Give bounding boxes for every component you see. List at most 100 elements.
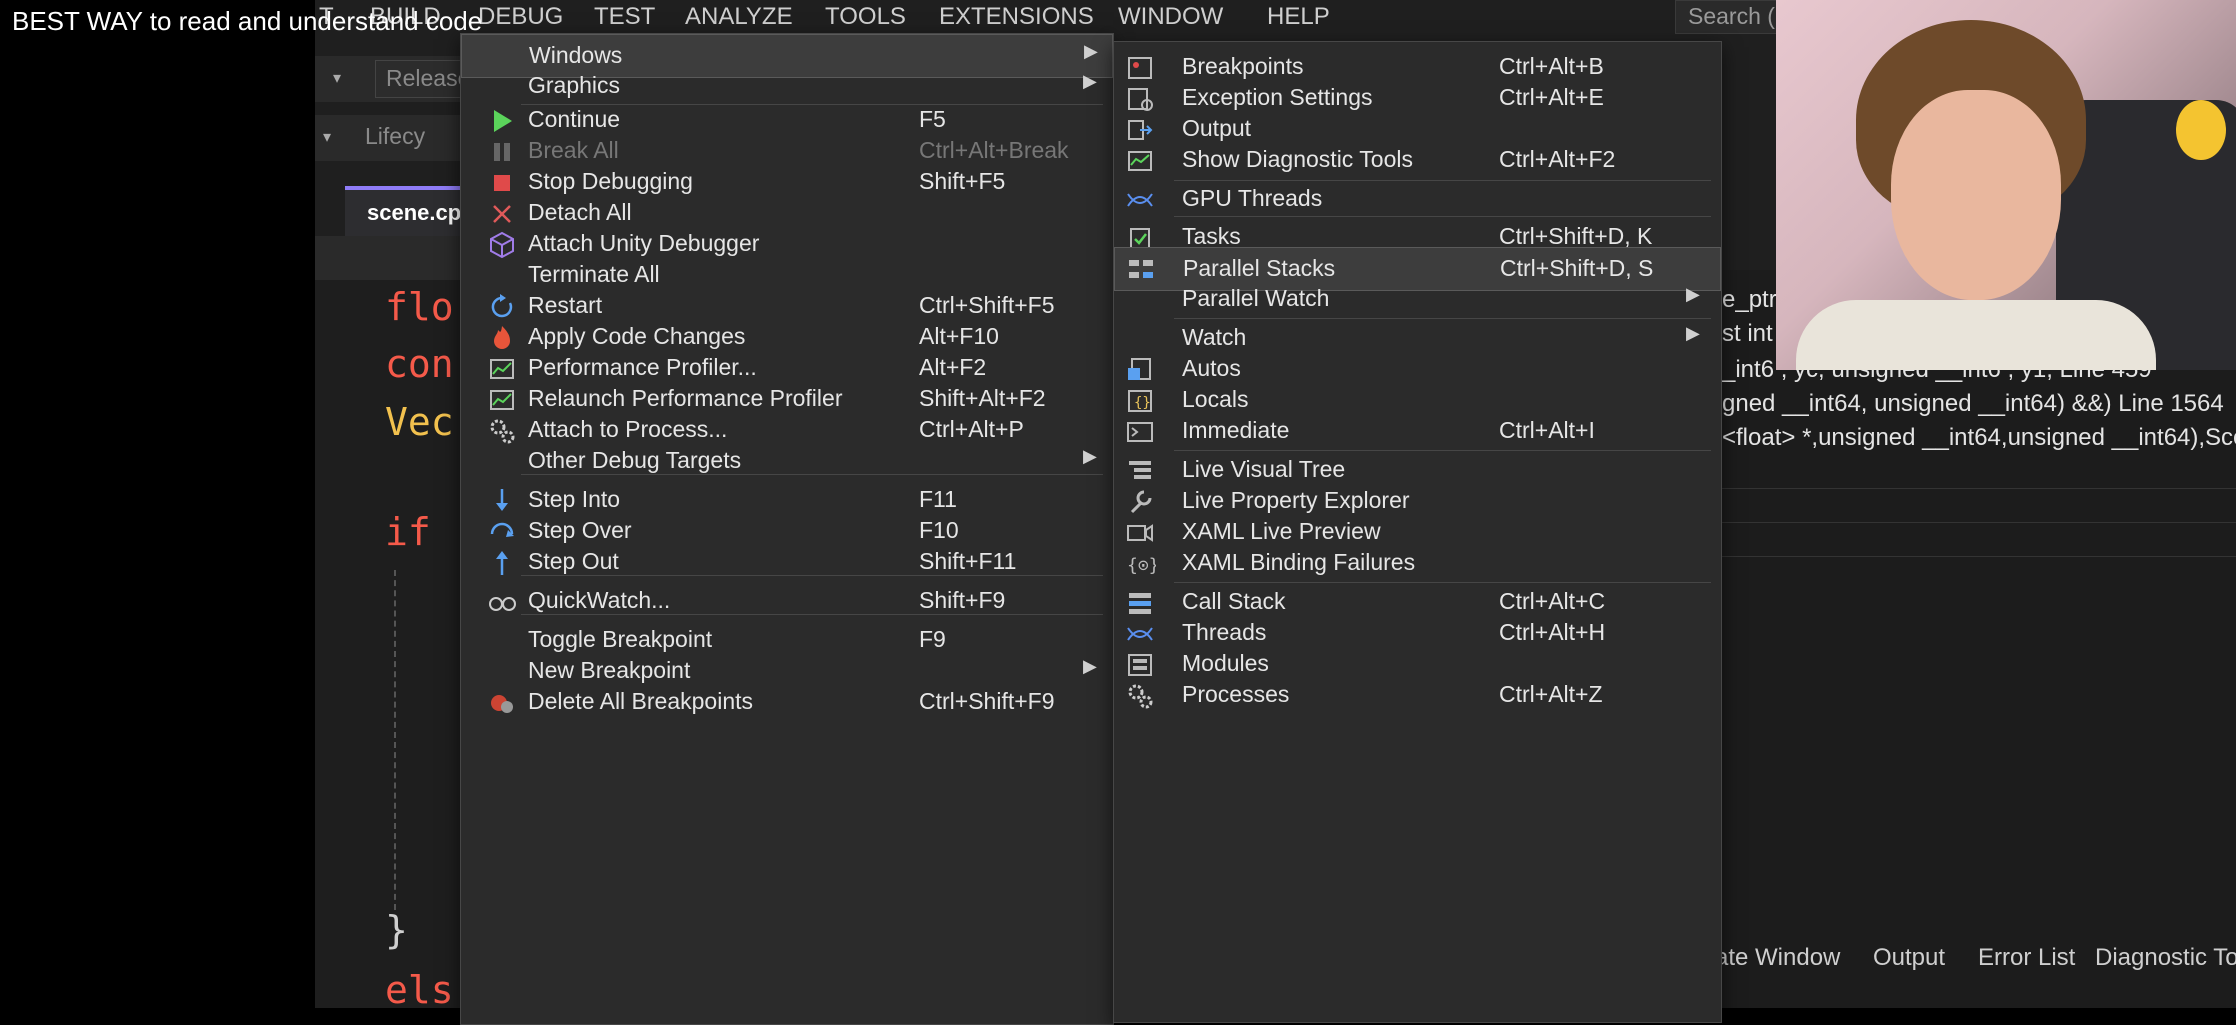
tab-label: scene.cpp xyxy=(367,200,475,225)
menu-item-label: Step Over xyxy=(528,517,632,543)
menu-separator xyxy=(521,614,1103,615)
menu-item-label: Watch xyxy=(1182,324,1247,350)
video-title: BEST WAY to read and understand code xyxy=(12,6,483,36)
menu-item-shortcut: F11 xyxy=(919,486,957,512)
scope-guide xyxy=(394,570,396,910)
tab-diagnostic-tools[interactable]: Diagnostic To xyxy=(2095,944,2236,972)
submenu-arrow-icon: ▶ xyxy=(1686,284,1700,305)
menu-item-label: GPU Threads xyxy=(1182,185,1323,211)
chevron-down-icon[interactable]: ▾ xyxy=(333,68,341,87)
menu-item-label: Autos xyxy=(1182,355,1241,381)
tab-immediate-window[interactable]: ate Window xyxy=(1715,944,1840,972)
startup-item[interactable]: Lifecy xyxy=(365,123,425,150)
presenter-face xyxy=(1891,90,2061,300)
code-line: Vec xyxy=(385,400,454,444)
menu-item-label: XAML Binding Failures xyxy=(1182,549,1416,575)
menu-item-shortcut: F9 xyxy=(919,626,946,652)
menu-item-label: Continue xyxy=(528,106,621,132)
menu-item-xaml-binding-failures[interactable]: {⊙} XAML Binding Failures xyxy=(1114,542,1721,586)
submenu-arrow-icon: ▶ xyxy=(1686,323,1700,344)
menu-item-shortcut: Ctrl+Alt+F2 xyxy=(1499,146,1616,172)
menu-item-shortcut: Ctrl+Shift+D, K xyxy=(1499,223,1653,249)
submenu-arrow-icon: ▶ xyxy=(1083,446,1097,467)
code-line: els xyxy=(385,968,454,1012)
plush-toy xyxy=(2176,100,2226,160)
menu-item-help[interactable]: HELP xyxy=(1267,3,1330,31)
menu-item-label: Threads xyxy=(1182,619,1267,645)
delete-breakpoints-icon xyxy=(486,687,518,719)
bottom-tool-tabs: ate Window Output Error List Diagnostic … xyxy=(1715,944,2236,984)
editor-navigation-bar xyxy=(315,236,475,280)
debug-menu: Windows ▶ Graphics ▶ Continue F5 Break All Ctrl… xyxy=(460,33,1114,1025)
tab-output[interactable]: Output xyxy=(1873,944,1945,972)
code-line: } xyxy=(385,908,408,952)
code-line: flo xyxy=(385,285,454,329)
menu-item-label: Processes xyxy=(1182,681,1290,707)
call-stack-row[interactable]: gned __int64, unsigned __int64) &&) Line… xyxy=(1722,390,2224,418)
menu-item-shortcut: Shift+F5 xyxy=(919,168,1006,194)
menu-item-label: New Breakpoint xyxy=(528,657,691,683)
call-stack-row[interactable]: st int xyxy=(1722,320,1773,348)
menu-item-label: Tasks xyxy=(1182,223,1241,249)
menu-item-label: Call Stack xyxy=(1182,588,1286,614)
windows-submenu: Breakpoints Ctrl+Alt+B Exception Settings C… xyxy=(1113,41,1722,1023)
menu-item-shortcut: Ctrl+Alt+Z xyxy=(1499,681,1603,707)
menu-item-window[interactable]: WINDOW xyxy=(1118,3,1223,31)
menu-item-shortcut: Ctrl+Alt+B xyxy=(1499,53,1604,79)
menu-item-shortcut: Ctrl+Alt+Break xyxy=(919,137,1069,163)
menu-item-label: Delete All Breakpoints xyxy=(528,688,754,714)
call-stack-row[interactable]: <float> *,unsigned __int64,unsigned __in… xyxy=(1722,424,2236,452)
menu-item-show-diagnostic-tools[interactable]: Show Diagnostic Tools Ctrl+Alt+F2 xyxy=(1114,139,1721,183)
editor-tab-strip: scene.cpp xyxy=(315,186,475,236)
row-divider xyxy=(1715,556,2236,557)
menu-item-shortcut: F10 xyxy=(919,517,959,543)
chevron-down-icon[interactable]: ▾ xyxy=(323,127,331,146)
menu-item-label: Parallel Watch xyxy=(1182,285,1330,311)
menu-item-label: Exception Settings xyxy=(1182,84,1373,110)
menu-item-label: Step Into xyxy=(528,486,621,512)
binding-icon: {⊙} xyxy=(1124,548,1160,580)
menu-item-quickwatch[interactable]: QuickWatch... Shift+F9 xyxy=(461,580,1113,624)
menu-item-tools[interactable]: TOOLS xyxy=(825,3,906,31)
tab-error-list[interactable]: Error List xyxy=(1978,944,2075,972)
webcam-overlay xyxy=(1776,0,2236,370)
menu-separator xyxy=(521,575,1103,576)
menu-item-shortcut: Shift+F11 xyxy=(919,548,1017,574)
diagnostic-icon xyxy=(1124,145,1156,177)
menu-item-label: Immediate xyxy=(1182,417,1290,443)
menu-item-label: Break All xyxy=(528,137,619,163)
row-divider xyxy=(1715,522,2236,523)
menu-item-delete-all-breakpoints[interactable]: Delete All Breakpoints Ctrl+Shift+F9 xyxy=(461,681,1113,725)
menu-item-label: Restart xyxy=(528,292,603,318)
menu-item-extensions[interactable]: EXTENSIONS xyxy=(939,3,1094,31)
row-divider xyxy=(1715,488,2236,489)
menu-item-label: XAML Live Preview xyxy=(1182,518,1381,544)
menu-item-debug[interactable]: DEBUG xyxy=(478,3,563,31)
menu-item-step-out[interactable]: Step Out Shift+F11 xyxy=(461,541,1113,585)
menu-item-label: Breakpoints xyxy=(1182,53,1304,79)
menu-item-parallel-watch[interactable]: Parallel Watch ▶ xyxy=(1114,278,1721,322)
menu-item-label: Toggle Breakpoint xyxy=(528,626,713,652)
menu-item-processes[interactable]: Processes Ctrl+Alt+Z xyxy=(1114,674,1721,718)
menu-item-label: QuickWatch... xyxy=(528,587,671,613)
menu-item-immediate[interactable]: Immediate Ctrl+Alt+I xyxy=(1114,410,1721,454)
svg-text:{}: {} xyxy=(1134,395,1151,411)
presenter-shirt xyxy=(1796,300,2156,370)
menu-item-shortcut: Shift+F9 xyxy=(919,587,1006,613)
menu-item-shortcut: Ctrl+Alt+H xyxy=(1499,619,1606,645)
menu-item-label: Output xyxy=(1182,115,1252,141)
submenu-arrow-icon: ▶ xyxy=(1083,656,1097,677)
menu-item-label: Detach All xyxy=(528,199,632,225)
step-out-icon xyxy=(486,547,518,579)
menu-separator xyxy=(521,474,1103,475)
menu-item-label: Terminate All xyxy=(528,261,660,287)
menu-item-label: Modules xyxy=(1182,650,1269,676)
menu-item-analyze[interactable]: ANALYZE xyxy=(685,3,793,31)
menu-item-label: Performance Profiler... xyxy=(528,354,757,380)
menu-item-shortcut: Ctrl+Alt+C xyxy=(1499,588,1606,614)
menu-item-test[interactable]: TEST xyxy=(594,3,655,31)
tab-scene-cpp[interactable]: scene.cpp xyxy=(345,186,475,236)
menu-item-label: Step Out xyxy=(528,548,619,574)
menu-item-shortcut: Ctrl+Alt+P xyxy=(919,416,1024,442)
menu-item-other-debug-targets[interactable]: Other Debug Targets ▶ xyxy=(461,440,1113,484)
